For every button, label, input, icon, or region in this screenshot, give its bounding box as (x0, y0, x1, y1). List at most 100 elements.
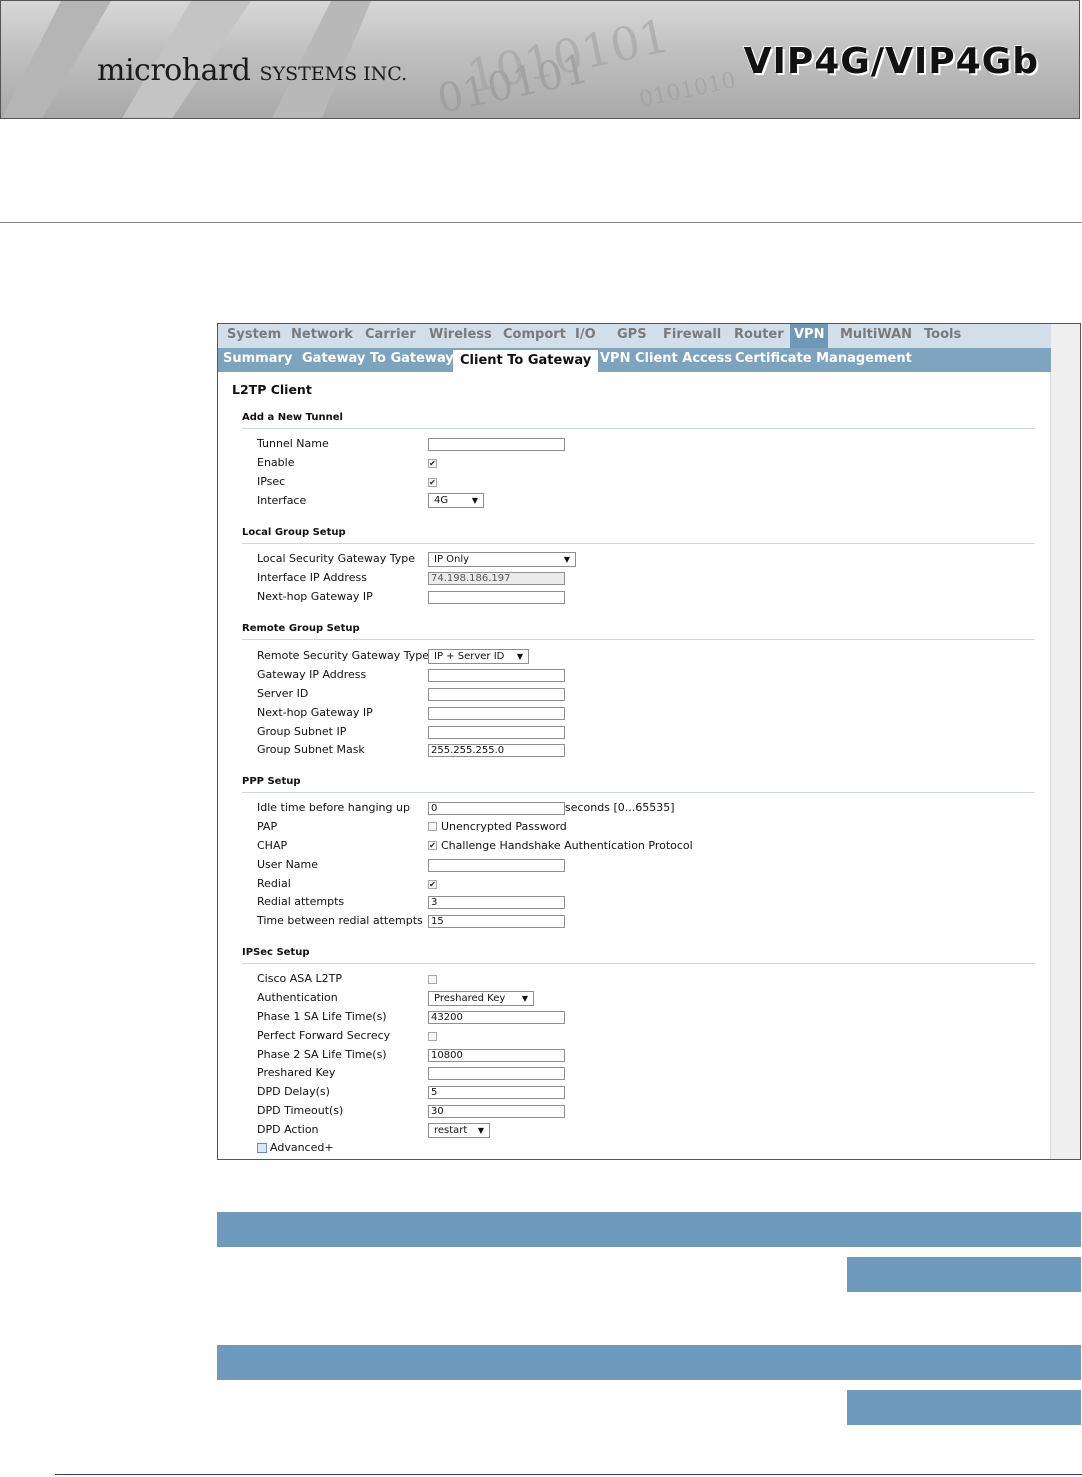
ipsec-checkbox[interactable]: ✔ (428, 478, 437, 487)
nav-tools[interactable]: Tools (924, 324, 961, 348)
local-next-hop-label: Next-hop Gateway IP (257, 590, 373, 603)
pap-label: PAP (257, 820, 278, 833)
redial-time-input[interactable]: 15 (428, 915, 565, 928)
company-logo-text: microhard SYSTEMS INC. (97, 53, 408, 88)
pap-description: Unencrypted Password (441, 820, 567, 833)
section-divider (242, 963, 1035, 964)
user-name-input[interactable] (428, 859, 565, 872)
enable-checkbox[interactable]: ✔ (428, 459, 437, 468)
nav-comport[interactable]: Comport (503, 324, 566, 348)
authentication-label: Authentication (257, 991, 338, 1004)
chap-description: Challenge Handshake Authentication Proto… (441, 839, 693, 852)
redial-label: Redial (257, 877, 291, 890)
group-subnet-ip-input[interactable] (428, 726, 565, 739)
section-tab-bar (847, 1257, 1081, 1292)
section-heading-remote-group: Remote Group Setup (242, 623, 360, 634)
section-heading-ppp: PPP Setup (242, 776, 301, 787)
group-subnet-mask-input[interactable]: 255.255.255.0 (428, 744, 565, 757)
advanced-checkbox[interactable] (257, 1143, 267, 1153)
pfs-label: Perfect Forward Secrecy (257, 1029, 391, 1042)
chevron-down-icon: ▼ (521, 994, 528, 1003)
local-gateway-type-label: Local Security Gateway Type (257, 552, 416, 565)
nav-network[interactable]: Network (291, 324, 353, 348)
section-bar (217, 1212, 1081, 1247)
chevron-down-icon: ▼ (471, 496, 478, 505)
interface-ip-label: Interface IP Address (257, 571, 367, 584)
nav-vpn[interactable]: VPN (790, 324, 829, 348)
chevron-down-icon: ▼ (563, 555, 570, 564)
dpd-timeout-label: DPD Timeout(s) (257, 1104, 344, 1117)
pap-checkbox[interactable] (428, 822, 437, 831)
primary-nav: System Network Carrier Wireless Comport … (218, 324, 1051, 348)
cisco-asa-checkbox[interactable] (428, 975, 437, 984)
dpd-action-select[interactable]: restart ▼ (428, 1123, 490, 1138)
header-banner: 010101 1010101 0101010 microhard SYSTEMS… (0, 0, 1080, 119)
server-id-input[interactable] (428, 688, 565, 701)
local-next-hop-input[interactable] (428, 591, 565, 604)
scrollbar[interactable] (1050, 324, 1080, 1159)
group-subnet-mask-label: Group Subnet Mask (257, 743, 365, 756)
nav-wireless[interactable]: Wireless (429, 324, 492, 348)
section-heading-local-group: Local Group Setup (242, 527, 346, 538)
redial-time-label: Time between redial attempts (257, 914, 423, 927)
remote-gateway-type-label: Remote Security Gateway Type (257, 649, 429, 662)
page-title: L2TP Client (232, 382, 312, 397)
preshared-key-label: Preshared Key (257, 1066, 336, 1079)
authentication-select[interactable]: Preshared Key ▼ (428, 991, 534, 1006)
tab-summary[interactable]: Summary (223, 348, 292, 372)
tab-gateway-to-gateway[interactable]: Gateway To Gateway (302, 348, 454, 372)
ipsec-label: IPsec (257, 475, 286, 488)
preshared-key-input[interactable] (428, 1067, 565, 1080)
idle-time-input[interactable]: 0 (428, 802, 565, 815)
idle-time-label: Idle time before hanging up (257, 801, 410, 814)
group-subnet-ip-label: Group Subnet IP (257, 725, 347, 738)
nav-carrier[interactable]: Carrier (365, 324, 416, 348)
product-name: VIP4G/VIP4Gb (743, 41, 1039, 82)
interface-select[interactable]: 4G ▼ (428, 493, 484, 508)
chevron-down-icon: ▼ (477, 1126, 484, 1135)
svg-text:0101010: 0101010 (637, 68, 738, 113)
divider (0, 222, 1082, 223)
section-divider (242, 428, 1035, 429)
remote-gateway-type-select[interactable]: IP + Server ID ▼ (428, 649, 529, 664)
secondary-nav: Summary Gateway To Gateway Client To Gat… (218, 348, 1051, 372)
remote-next-hop-input[interactable] (428, 707, 565, 720)
redial-attempts-input[interactable]: 3 (428, 896, 565, 909)
tab-certificate-management[interactable]: Certificate Management (735, 348, 912, 372)
interface-label: Interface (257, 494, 307, 507)
dpd-delay-input[interactable]: 5 (428, 1086, 565, 1099)
dpd-timeout-input[interactable]: 30 (428, 1105, 565, 1118)
dpd-delay-label: DPD Delay(s) (257, 1085, 330, 1098)
nav-io[interactable]: I/O (575, 324, 596, 348)
gateway-ip-input[interactable] (428, 669, 565, 682)
section-divider (242, 792, 1035, 793)
nav-router[interactable]: Router (734, 324, 784, 348)
chap-checkbox[interactable]: ✔ (428, 841, 437, 850)
idle-time-range: seconds [0...65535] (565, 801, 675, 814)
tab-client-to-gateway[interactable]: Client To Gateway (453, 350, 599, 372)
advanced-toggle-label[interactable]: Advanced+ (270, 1141, 334, 1154)
tunnel-name-label: Tunnel Name (257, 437, 329, 450)
chap-label: CHAP (257, 839, 288, 852)
pfs-checkbox[interactable] (428, 1032, 437, 1041)
cisco-asa-label: Cisco ASA L2TP (257, 972, 342, 985)
section-divider (242, 639, 1035, 640)
tab-vpn-client-access[interactable]: VPN Client Access (600, 348, 732, 372)
user-name-label: User Name (257, 858, 319, 871)
tunnel-name-input[interactable] (428, 438, 565, 451)
phase2-lifetime-label: Phase 2 SA Life Time(s) (257, 1048, 387, 1061)
phase1-lifetime-input[interactable]: 43200 (428, 1011, 565, 1024)
section-heading-add-tunnel: Add a New Tunnel (242, 412, 343, 423)
remote-next-hop-label: Next-hop Gateway IP (257, 706, 373, 719)
chevron-down-icon: ▼ (516, 652, 523, 661)
web-ui-screenshot: System Network Carrier Wireless Comport … (217, 323, 1081, 1160)
nav-multiwan[interactable]: MultiWAN (840, 324, 912, 348)
redial-checkbox[interactable]: ✔ (428, 880, 437, 889)
gateway-ip-label: Gateway IP Address (257, 668, 367, 681)
phase2-lifetime-input[interactable]: 10800 (428, 1049, 565, 1062)
local-gateway-type-select[interactable]: IP Only ▼ (428, 552, 576, 567)
nav-firewall[interactable]: Firewall (663, 324, 721, 348)
nav-gps[interactable]: GPS (617, 324, 647, 348)
nav-system[interactable]: System (227, 324, 281, 348)
section-tab-bar (847, 1390, 1081, 1425)
